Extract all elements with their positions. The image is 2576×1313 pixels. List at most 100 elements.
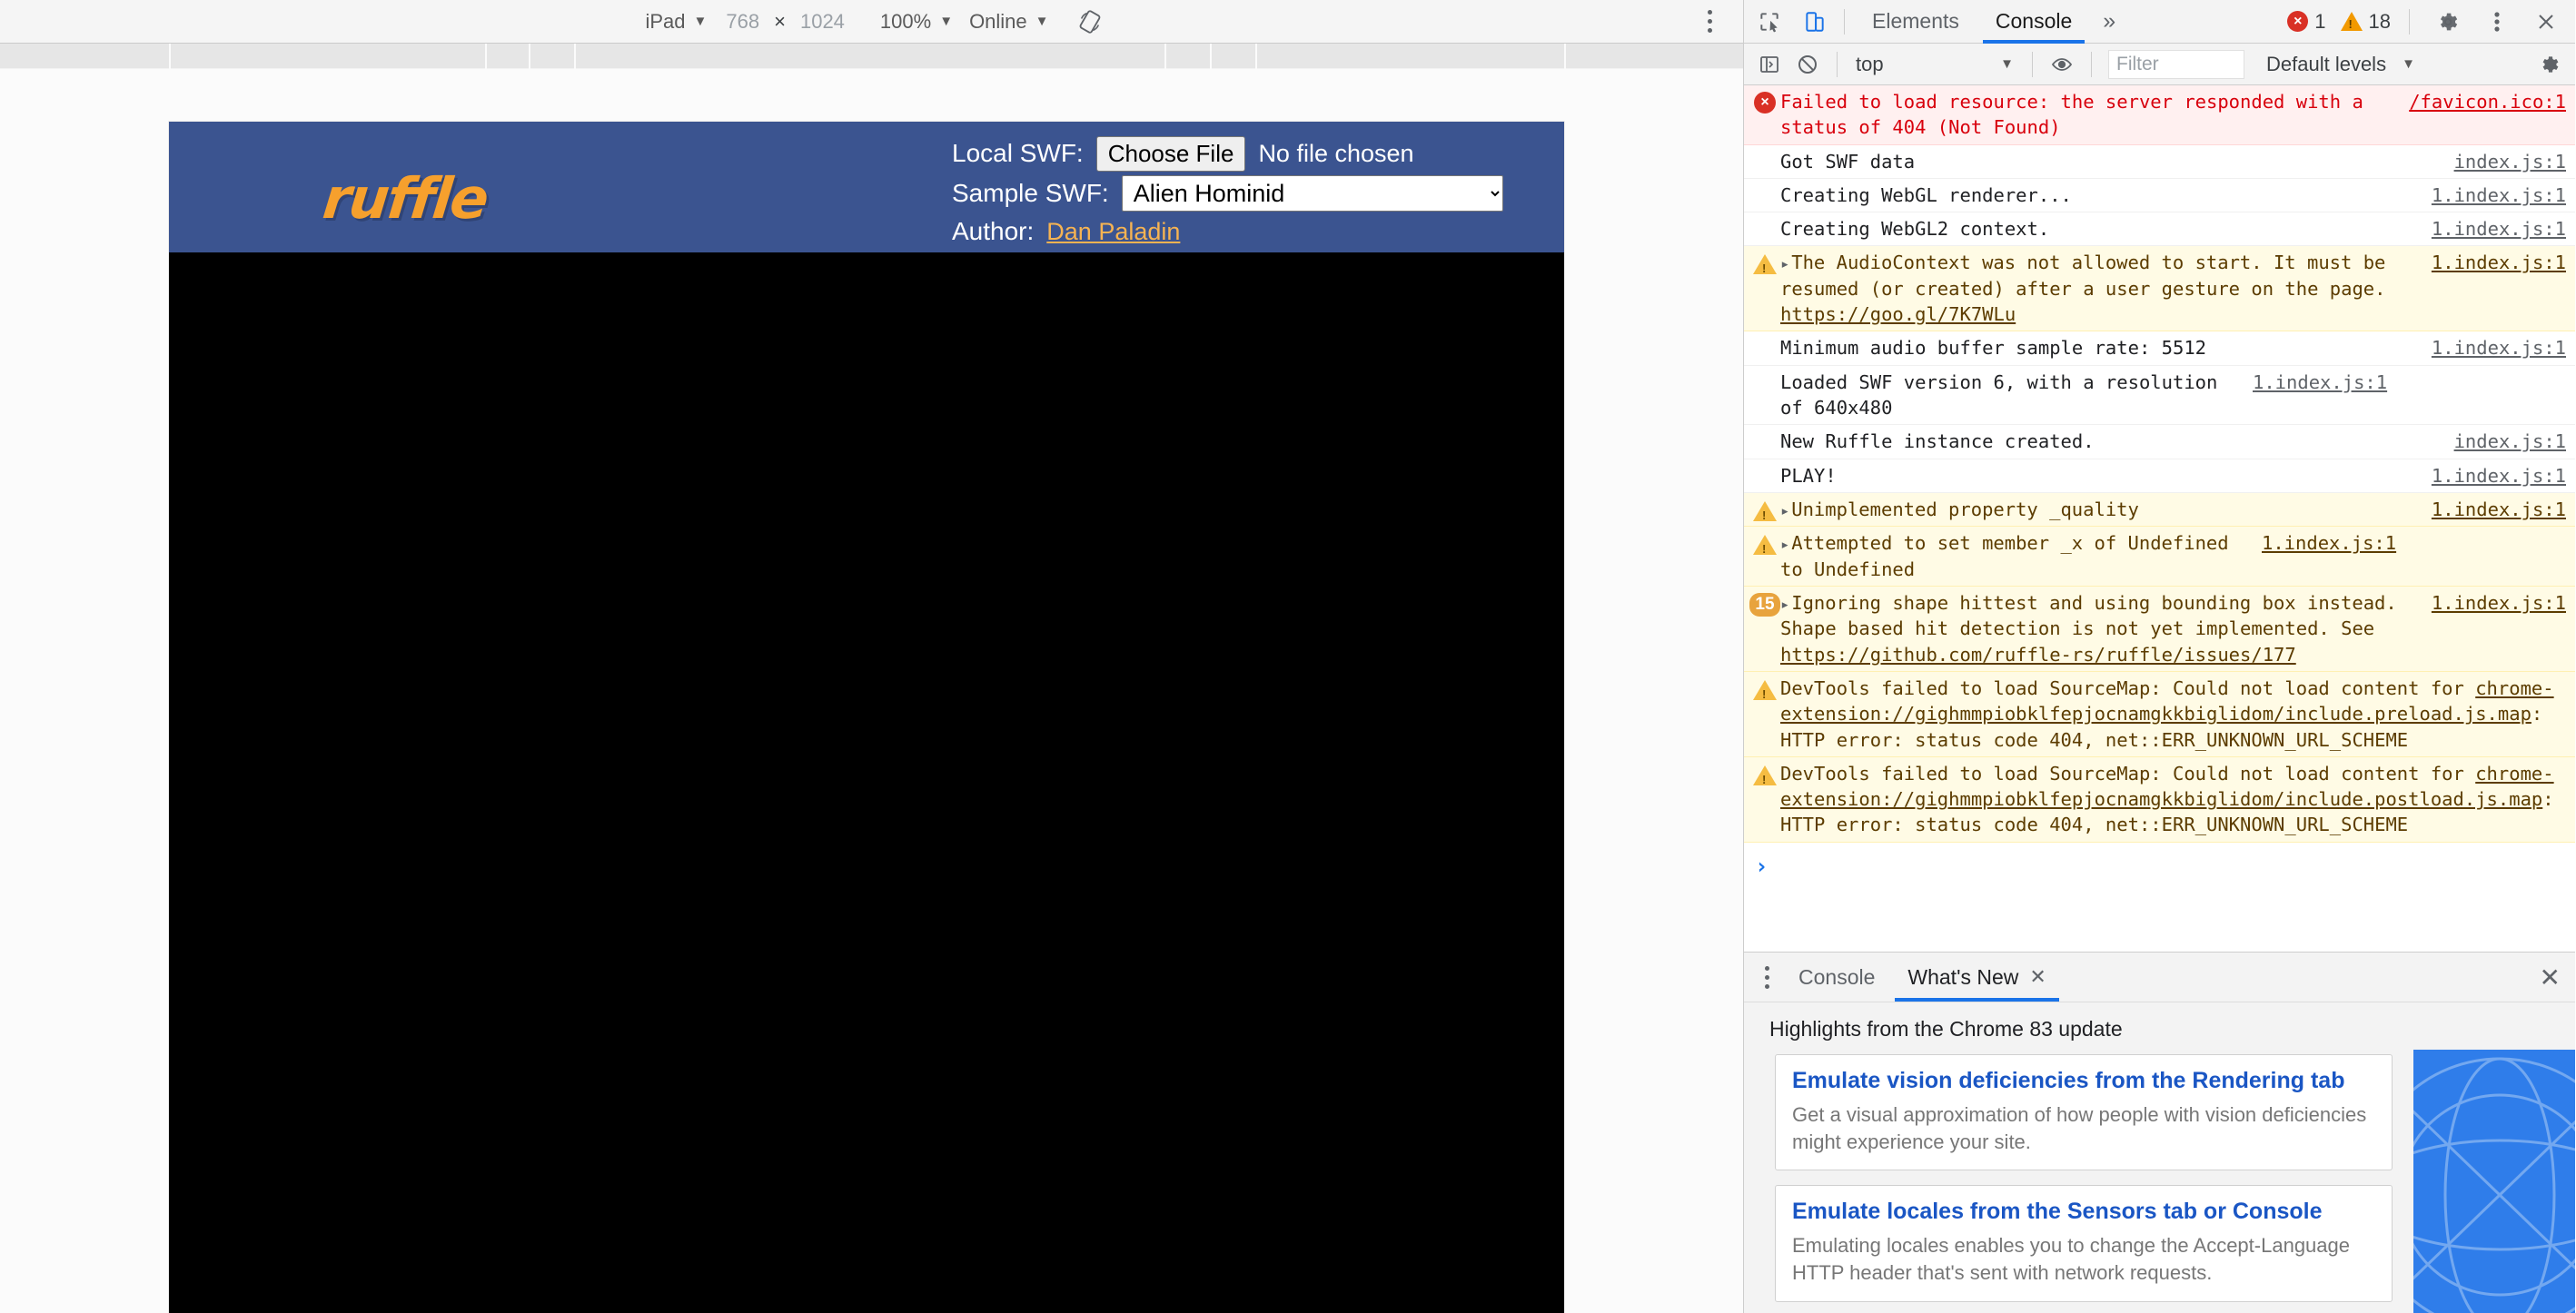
close-icon[interactable] xyxy=(2526,4,2566,40)
warning-count-badge[interactable]: 18 xyxy=(2335,10,2396,34)
console-message-text: Ignoring shape hittest and using boundin… xyxy=(1780,592,2397,640)
chevron-down-icon: ▼ xyxy=(2402,56,2415,72)
ruler-tick xyxy=(529,44,530,69)
console-message[interactable]: Loaded SWF version 6, with a resolution … xyxy=(1744,365,2575,426)
device-width-input[interactable]: 768 xyxy=(715,10,770,34)
console-message-link[interactable]: https://github.com/ruffle-rs/ruffle/issu… xyxy=(1780,644,2296,666)
console-message[interactable]: ▸Unimplemented property _quality 1.index… xyxy=(1744,492,2575,528)
gear-icon[interactable] xyxy=(2428,4,2468,40)
ruler-tick xyxy=(1255,44,1257,69)
whats-new-card-title[interactable]: Emulate locales from the Sensors tab or … xyxy=(1792,1199,2375,1225)
devtools-more-options-icon[interactable] xyxy=(2477,4,2517,40)
console-message[interactable]: 15 ▸Ignoring shape hittest and using bou… xyxy=(1744,587,2575,673)
whats-new-card-description: Get a visual approximation of how people… xyxy=(1792,1103,2367,1153)
rotate-device-icon[interactable] xyxy=(1074,6,1106,37)
console-message[interactable]: DevTools failed to load SourceMap: Could… xyxy=(1744,756,2575,843)
expand-arrow-icon[interactable]: ▸ xyxy=(1780,536,1789,554)
author-row: Author: Dan Paladin xyxy=(952,216,1503,247)
console-message[interactable]: New Ruffle instance created. index.js:1 xyxy=(1744,425,2575,459)
drawer-tab-whats-new[interactable]: What's New ✕ xyxy=(1891,953,2062,1002)
whats-new-card[interactable]: Emulate locales from the Sensors tab or … xyxy=(1775,1185,2393,1302)
more-tabs-icon[interactable]: » xyxy=(2090,8,2128,35)
error-count-badge[interactable]: × 1 xyxy=(2282,10,2331,34)
chevron-down-icon: ▼ xyxy=(2000,56,2014,72)
show-console-sidebar-icon[interactable] xyxy=(1751,48,1788,81)
console-message[interactable]: Creating WebGL2 context. 1.index.js:1 xyxy=(1744,212,2575,247)
whats-new-heading: Highlights from the Chrome 83 update xyxy=(1769,1017,2123,1041)
clear-console-icon[interactable] xyxy=(1789,48,1826,81)
console-message-source[interactable]: /favicon.ico:1 xyxy=(2409,89,2566,114)
console-filter-input[interactable]: Filter xyxy=(2108,49,2244,79)
log-levels-label: Default levels xyxy=(2266,52,2387,75)
throttling-select-label: Online xyxy=(969,9,1027,33)
warning-icon xyxy=(1749,761,1780,788)
expand-arrow-icon[interactable]: ▸ xyxy=(1780,502,1789,520)
choose-file-button[interactable]: Choose File xyxy=(1095,135,1246,172)
console-message[interactable]: Minimum audio buffer sample rate: 5512 1… xyxy=(1744,331,2575,366)
console-message-list[interactable]: × Failed to load resource: the server re… xyxy=(1744,85,2575,952)
execution-context-label: top xyxy=(1856,52,1884,75)
drawer-more-options-icon[interactable] xyxy=(1751,960,1782,994)
console-message[interactable]: × Failed to load resource: the server re… xyxy=(1744,85,2575,145)
tab-console[interactable]: Console xyxy=(1977,0,2090,44)
ruffle-logo: ruffle xyxy=(320,165,490,232)
live-expression-icon[interactable] xyxy=(2044,48,2080,81)
console-message[interactable]: DevTools failed to load SourceMap: Could… xyxy=(1744,672,2575,757)
throttling-select[interactable]: Online ▼ xyxy=(961,6,1056,37)
console-message-source[interactable]: 1.index.js:1 xyxy=(2262,530,2396,556)
console-message-source[interactable]: 1.index.js:1 xyxy=(2432,463,2566,489)
toggle-device-toolbar-icon[interactable] xyxy=(1795,4,1835,40)
drawer-tab-console-label: Console xyxy=(1798,964,1876,989)
device-select-label: iPad xyxy=(645,9,686,33)
sample-swf-label: Sample SWF: xyxy=(952,179,1109,208)
screen-root: iPad ▼ 768 × 1024 100% ▼ Online ▼ ruffle… xyxy=(0,0,2576,1313)
device-select[interactable]: iPad ▼ xyxy=(637,6,715,37)
viewport-ruler xyxy=(0,44,1743,69)
console-message-source[interactable]: 1.index.js:1 xyxy=(2432,250,2566,275)
console-message[interactable]: Got SWF data index.js:1 xyxy=(1744,144,2575,179)
sample-swf-select[interactable]: Alien Hominid xyxy=(1121,175,1503,212)
log-levels-select[interactable]: Default levels ▼ xyxy=(2259,48,2422,81)
flash-stage[interactable] xyxy=(169,252,1564,1313)
error-icon: × xyxy=(2287,11,2309,32)
zoom-select[interactable]: 100% ▼ xyxy=(872,6,961,37)
console-message-source[interactable]: 1.index.js:1 xyxy=(2253,370,2387,395)
ruler-tick xyxy=(1564,44,1566,69)
inspect-element-icon[interactable] xyxy=(1749,4,1789,40)
console-message-source[interactable]: index.js:1 xyxy=(2454,429,2566,454)
console-message-source[interactable]: 1.index.js:1 xyxy=(2432,216,2566,242)
ruler-tick xyxy=(574,44,576,69)
viewport-area: ruffle Local SWF: Choose File No file ch… xyxy=(0,69,1743,1313)
console-prompt[interactable]: › xyxy=(1744,842,2575,891)
console-message-text: Failed to load resource: the server resp… xyxy=(1780,91,2363,139)
warning-icon xyxy=(1749,676,1780,703)
console-message-source[interactable]: 1.index.js:1 xyxy=(2432,335,2566,360)
drawer-tab-console[interactable]: Console xyxy=(1782,953,1891,1002)
console-message[interactable]: PLAY! 1.index.js:1 xyxy=(1744,459,2575,493)
whats-new-card-title[interactable]: Emulate vision deficiencies from the Ren… xyxy=(1792,1068,2375,1094)
console-message-link[interactable]: https://goo.gl/7K7WLu xyxy=(1780,303,2016,325)
console-message-source[interactable]: 1.index.js:1 xyxy=(2432,497,2566,522)
console-message[interactable]: Creating WebGL renderer... 1.index.js:1 xyxy=(1744,178,2575,213)
console-message-source[interactable]: 1.index.js:1 xyxy=(2432,183,2566,208)
author-link[interactable]: Dan Paladin xyxy=(1046,218,1180,245)
console-message-source[interactable]: index.js:1 xyxy=(2454,149,2566,174)
expand-arrow-icon[interactable]: ▸ xyxy=(1780,596,1789,614)
device-height-input[interactable]: 1024 xyxy=(789,10,856,34)
close-drawer-icon[interactable]: ✕ xyxy=(2540,963,2561,992)
whats-new-card-description: Emulating locales enables you to change … xyxy=(1792,1234,2350,1285)
expand-arrow-icon[interactable]: ▸ xyxy=(1780,255,1789,273)
console-settings-gear-icon[interactable] xyxy=(2531,48,2568,81)
device-toolbar-more-options-icon[interactable] xyxy=(1696,6,1723,37)
console-message-text: PLAY! xyxy=(1780,464,1837,487)
console-message-text: Got SWF data xyxy=(1780,150,1916,173)
execution-context-select[interactable]: top ▼ xyxy=(1848,48,2021,81)
console-message[interactable]: ▸The AudioContext was not allowed to sta… xyxy=(1744,246,2575,332)
console-message-source[interactable]: 1.index.js:1 xyxy=(2432,590,2566,616)
tab-elements[interactable]: Elements xyxy=(1854,0,1977,44)
whats-new-card[interactable]: Emulate vision deficiencies from the Ren… xyxy=(1775,1054,2393,1171)
console-message[interactable]: ▸Attempted to set member _x of Undefined… xyxy=(1744,527,2575,587)
warning-icon xyxy=(2340,12,2363,31)
close-tab-icon[interactable]: ✕ xyxy=(2029,965,2046,989)
drawer-tabbar: Console What's New ✕ ✕ xyxy=(1744,953,2575,1002)
